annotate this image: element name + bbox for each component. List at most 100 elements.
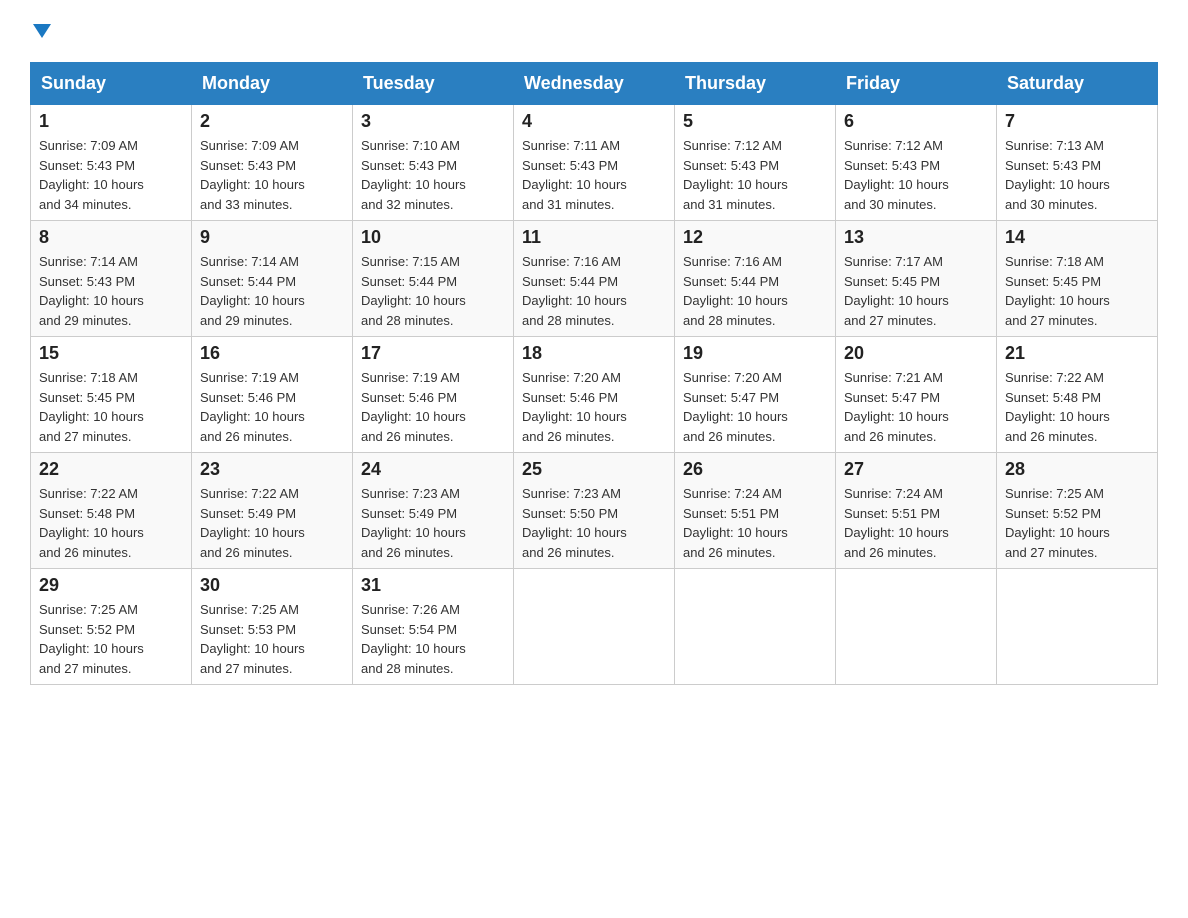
day-number: 6	[844, 111, 988, 132]
day-number: 9	[200, 227, 344, 248]
day-number: 7	[1005, 111, 1149, 132]
calendar-cell: 22 Sunrise: 7:22 AMSunset: 5:48 PMDayligh…	[31, 453, 192, 569]
calendar-cell: 13 Sunrise: 7:17 AMSunset: 5:45 PMDayligh…	[836, 221, 997, 337]
calendar-cell: 31 Sunrise: 7:26 AMSunset: 5:54 PMDayligh…	[353, 569, 514, 685]
calendar-cell: 3 Sunrise: 7:10 AMSunset: 5:43 PMDaylight…	[353, 105, 514, 221]
day-number: 27	[844, 459, 988, 480]
day-info: Sunrise: 7:22 AMSunset: 5:49 PMDaylight:…	[200, 484, 344, 562]
day-info: Sunrise: 7:10 AMSunset: 5:43 PMDaylight:…	[361, 136, 505, 214]
day-info: Sunrise: 7:12 AMSunset: 5:43 PMDaylight:…	[683, 136, 827, 214]
day-info: Sunrise: 7:24 AMSunset: 5:51 PMDaylight:…	[844, 484, 988, 562]
day-info: Sunrise: 7:25 AMSunset: 5:53 PMDaylight:…	[200, 600, 344, 678]
calendar-cell: 9 Sunrise: 7:14 AMSunset: 5:44 PMDaylight…	[192, 221, 353, 337]
calendar-week-row: 8 Sunrise: 7:14 AMSunset: 5:43 PMDaylight…	[31, 221, 1158, 337]
calendar-cell: 7 Sunrise: 7:13 AMSunset: 5:43 PMDaylight…	[997, 105, 1158, 221]
calendar-cell: 26 Sunrise: 7:24 AMSunset: 5:51 PMDayligh…	[675, 453, 836, 569]
calendar-table: SundayMondayTuesdayWednesdayThursdayFrid…	[30, 62, 1158, 685]
calendar-cell: 4Sunrise: 7:11 AMSunset: 5:43 PMDaylight…	[514, 105, 675, 221]
day-number: 31	[361, 575, 505, 596]
calendar-cell: 15Sunrise: 7:18 AMSunset: 5:45 PMDayligh…	[31, 337, 192, 453]
calendar-cell: 27 Sunrise: 7:24 AMSunset: 5:51 PMDayligh…	[836, 453, 997, 569]
day-info: Sunrise: 7:23 AMSunset: 5:50 PMDaylight:…	[522, 484, 666, 562]
calendar-week-row: 15Sunrise: 7:18 AMSunset: 5:45 PMDayligh…	[31, 337, 1158, 453]
day-info: Sunrise: 7:16 AMSunset: 5:44 PMDaylight:…	[522, 252, 666, 330]
day-number: 17	[361, 343, 505, 364]
logo-arrow-icon	[31, 20, 53, 42]
day-number: 25	[522, 459, 666, 480]
day-info: Sunrise: 7:23 AMSunset: 5:49 PMDaylight:…	[361, 484, 505, 562]
calendar-week-row: 22 Sunrise: 7:22 AMSunset: 5:48 PMDayligh…	[31, 453, 1158, 569]
calendar-cell	[514, 569, 675, 685]
day-number: 11	[522, 227, 666, 248]
day-info: Sunrise: 7:12 AMSunset: 5:43 PMDaylight:…	[844, 136, 988, 214]
day-info: Sunrise: 7:14 AMSunset: 5:44 PMDaylight:…	[200, 252, 344, 330]
day-info: Sunrise: 7:09 AMSunset: 5:43 PMDaylight:…	[200, 136, 344, 214]
day-info: Sunrise: 7:24 AMSunset: 5:51 PMDaylight:…	[683, 484, 827, 562]
day-info: Sunrise: 7:14 AMSunset: 5:43 PMDaylight:…	[39, 252, 183, 330]
day-number: 22	[39, 459, 183, 480]
day-number: 14	[1005, 227, 1149, 248]
calendar-header-friday: Friday	[836, 63, 997, 105]
calendar-cell	[836, 569, 997, 685]
day-number: 16	[200, 343, 344, 364]
day-number: 26	[683, 459, 827, 480]
calendar-cell: 29 Sunrise: 7:25 AMSunset: 5:52 PMDayligh…	[31, 569, 192, 685]
day-info: Sunrise: 7:18 AMSunset: 5:45 PMDaylight:…	[1005, 252, 1149, 330]
calendar-header-tuesday: Tuesday	[353, 63, 514, 105]
calendar-cell: 17 Sunrise: 7:19 AMSunset: 5:46 PMDayligh…	[353, 337, 514, 453]
day-info: Sunrise: 7:13 AMSunset: 5:43 PMDaylight:…	[1005, 136, 1149, 214]
day-number: 24	[361, 459, 505, 480]
calendar-cell: 16 Sunrise: 7:19 AMSunset: 5:46 PMDayligh…	[192, 337, 353, 453]
day-number: 23	[200, 459, 344, 480]
calendar-cell: 18Sunrise: 7:20 AMSunset: 5:46 PMDayligh…	[514, 337, 675, 453]
day-info: Sunrise: 7:22 AMSunset: 5:48 PMDaylight:…	[39, 484, 183, 562]
day-number: 20	[844, 343, 988, 364]
calendar-header-monday: Monday	[192, 63, 353, 105]
day-number: 30	[200, 575, 344, 596]
calendar-cell: 2 Sunrise: 7:09 AMSunset: 5:43 PMDaylight…	[192, 105, 353, 221]
day-info: Sunrise: 7:17 AMSunset: 5:45 PMDaylight:…	[844, 252, 988, 330]
calendar-cell: 12 Sunrise: 7:16 AMSunset: 5:44 PMDayligh…	[675, 221, 836, 337]
calendar-header-thursday: Thursday	[675, 63, 836, 105]
day-number: 13	[844, 227, 988, 248]
calendar-cell: 28Sunrise: 7:25 AMSunset: 5:52 PMDayligh…	[997, 453, 1158, 569]
calendar-cell: 10Sunrise: 7:15 AMSunset: 5:44 PMDayligh…	[353, 221, 514, 337]
logo	[30, 20, 54, 42]
day-info: Sunrise: 7:09 AMSunset: 5:43 PMDaylight:…	[39, 136, 183, 214]
day-number: 29	[39, 575, 183, 596]
day-info: Sunrise: 7:25 AMSunset: 5:52 PMDaylight:…	[39, 600, 183, 678]
day-number: 3	[361, 111, 505, 132]
day-number: 2	[200, 111, 344, 132]
calendar-cell: 25 Sunrise: 7:23 AMSunset: 5:50 PMDayligh…	[514, 453, 675, 569]
calendar-week-row: 29 Sunrise: 7:25 AMSunset: 5:52 PMDayligh…	[31, 569, 1158, 685]
day-number: 12	[683, 227, 827, 248]
day-number: 1	[39, 111, 183, 132]
day-info: Sunrise: 7:19 AMSunset: 5:46 PMDaylight:…	[200, 368, 344, 446]
calendar-header-saturday: Saturday	[997, 63, 1158, 105]
day-number: 10	[361, 227, 505, 248]
day-info: Sunrise: 7:26 AMSunset: 5:54 PMDaylight:…	[361, 600, 505, 678]
day-info: Sunrise: 7:25 AMSunset: 5:52 PMDaylight:…	[1005, 484, 1149, 562]
calendar-week-row: 1 Sunrise: 7:09 AMSunset: 5:43 PMDaylight…	[31, 105, 1158, 221]
calendar-cell	[675, 569, 836, 685]
calendar-cell: 11 Sunrise: 7:16 AMSunset: 5:44 PMDayligh…	[514, 221, 675, 337]
day-info: Sunrise: 7:21 AMSunset: 5:47 PMDaylight:…	[844, 368, 988, 446]
day-info: Sunrise: 7:19 AMSunset: 5:46 PMDaylight:…	[361, 368, 505, 446]
day-number: 5	[683, 111, 827, 132]
day-info: Sunrise: 7:20 AMSunset: 5:46 PMDaylight:…	[522, 368, 666, 446]
calendar-cell: 5 Sunrise: 7:12 AMSunset: 5:43 PMDaylight…	[675, 105, 836, 221]
day-info: Sunrise: 7:18 AMSunset: 5:45 PMDaylight:…	[39, 368, 183, 446]
calendar-cell: 20 Sunrise: 7:21 AMSunset: 5:47 PMDayligh…	[836, 337, 997, 453]
calendar-cell: 21Sunrise: 7:22 AMSunset: 5:48 PMDayligh…	[997, 337, 1158, 453]
calendar-header-sunday: Sunday	[31, 63, 192, 105]
calendar-cell: 19Sunrise: 7:20 AMSunset: 5:47 PMDayligh…	[675, 337, 836, 453]
day-number: 21	[1005, 343, 1149, 364]
calendar-cell: 30 Sunrise: 7:25 AMSunset: 5:53 PMDayligh…	[192, 569, 353, 685]
calendar-cell: 24 Sunrise: 7:23 AMSunset: 5:49 PMDayligh…	[353, 453, 514, 569]
page-header	[30, 20, 1158, 42]
day-info: Sunrise: 7:16 AMSunset: 5:44 PMDaylight:…	[683, 252, 827, 330]
calendar-cell: 14 Sunrise: 7:18 AMSunset: 5:45 PMDayligh…	[997, 221, 1158, 337]
day-number: 8	[39, 227, 183, 248]
calendar-cell: 23 Sunrise: 7:22 AMSunset: 5:49 PMDayligh…	[192, 453, 353, 569]
day-number: 19	[683, 343, 827, 364]
